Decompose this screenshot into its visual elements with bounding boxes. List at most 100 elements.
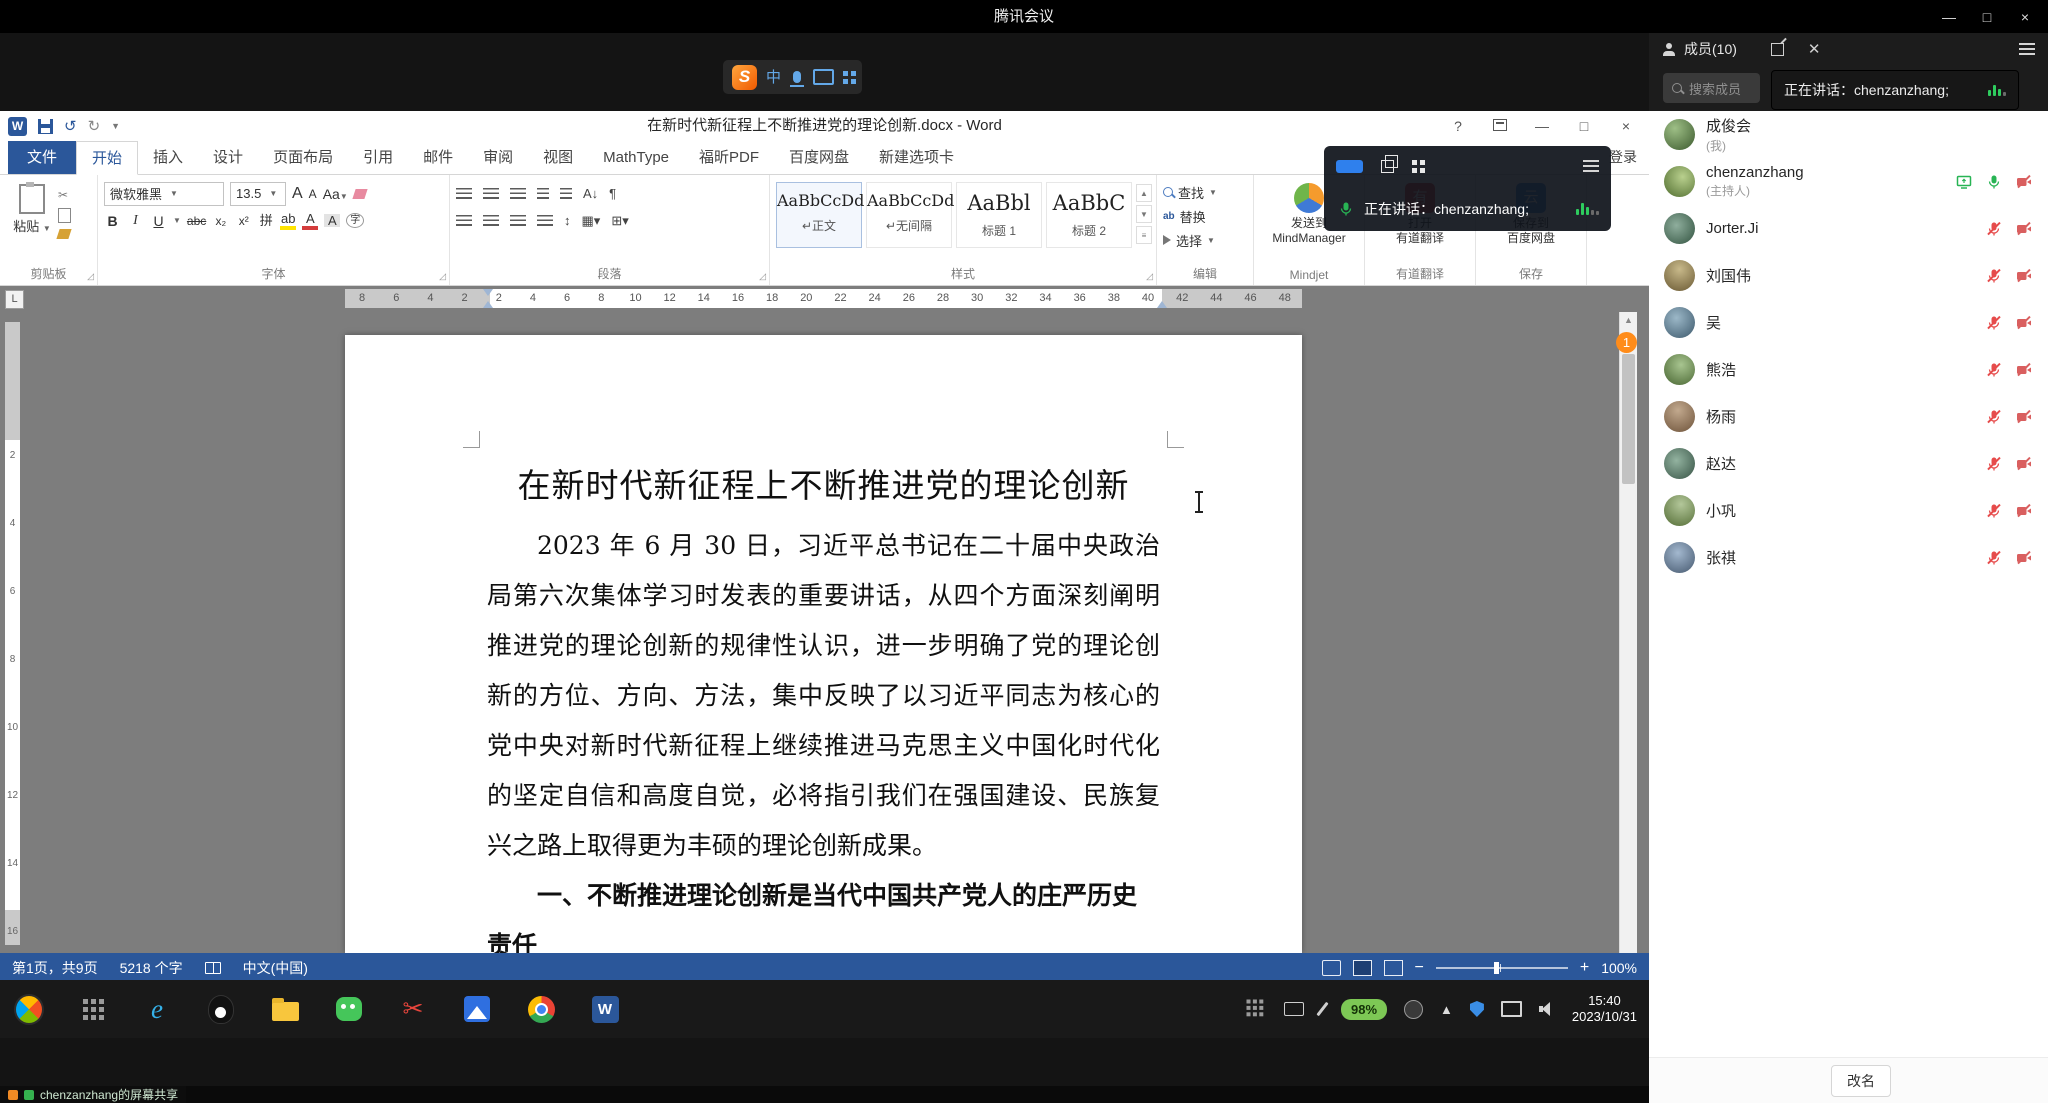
member-row[interactable]: 张祺: [1649, 534, 2048, 581]
member-camera-icon[interactable]: [2014, 266, 2033, 285]
shading-icon[interactable]: ▦▾: [582, 213, 601, 229]
zoom-in-icon[interactable]: +: [1580, 959, 1589, 977]
close-panel-icon[interactable]: ✕: [1808, 40, 1821, 58]
popout-panel-icon[interactable]: [1771, 43, 1784, 56]
ribbon-tab[interactable]: 开始: [76, 141, 138, 175]
copy-icon[interactable]: [58, 208, 71, 223]
italic-button[interactable]: I: [127, 213, 144, 229]
minimize-icon[interactable]: —: [1932, 9, 1966, 25]
change-case-icon[interactable]: Aa▼: [323, 186, 348, 202]
scroll-up-icon[interactable]: ▲: [1620, 312, 1637, 328]
strikethrough-button[interactable]: abc: [187, 214, 206, 228]
font-color-icon[interactable]: A: [302, 212, 318, 230]
phonetic-guide-icon[interactable]: 拼: [258, 214, 274, 227]
qq-button[interactable]: [206, 994, 236, 1024]
justify-icon[interactable]: [537, 215, 553, 227]
style-card[interactable]: AaBbl 标题 1: [956, 182, 1042, 248]
member-mic-icon[interactable]: [1984, 360, 2003, 379]
align-right-icon[interactable]: [510, 215, 526, 227]
maximize-icon[interactable]: □: [1970, 9, 2004, 25]
borders-icon[interactable]: ⊞▾: [611, 213, 628, 229]
print-layout-icon[interactable]: [1353, 960, 1372, 976]
save-icon[interactable]: [38, 119, 53, 134]
font-size-select[interactable]: 13.5▼: [230, 182, 286, 206]
format-painter-icon[interactable]: [56, 229, 71, 239]
member-mic-icon[interactable]: [1984, 219, 2003, 238]
line-spacing-icon[interactable]: ↕: [564, 213, 571, 228]
volume-icon[interactable]: [1539, 1002, 1555, 1016]
chinese-mode-icon[interactable]: 中: [766, 65, 781, 90]
member-row[interactable]: 赵达: [1649, 440, 2048, 487]
member-row[interactable]: 熊浩: [1649, 346, 2048, 393]
ribbon-tab[interactable]: 福昕PDF: [684, 141, 774, 174]
superscript-button[interactable]: x²: [235, 214, 252, 228]
member-row[interactable]: 杨雨: [1649, 393, 2048, 440]
panel-menu-icon[interactable]: [2019, 48, 2035, 50]
member-row[interactable]: 成俊会 (我): [1649, 111, 2048, 158]
zoom-out-icon[interactable]: −: [1415, 959, 1424, 977]
read-mode-icon[interactable]: [1322, 960, 1341, 976]
taskbar-clock[interactable]: 15:40 2023/10/31: [1572, 993, 1637, 1025]
member-mic-icon[interactable]: [1984, 454, 2003, 473]
hanging-indent-marker[interactable]: [483, 296, 493, 308]
number-list-icon[interactable]: [483, 188, 499, 200]
show-marks-icon[interactable]: ¶: [609, 186, 616, 201]
sogou-logo-icon[interactable]: S: [732, 65, 757, 90]
start-button[interactable]: [14, 994, 44, 1024]
meeting-bar-icon[interactable]: [1336, 160, 1363, 173]
horizontal-ruler[interactable]: 8642246810121416182022242628303234363840…: [345, 289, 1302, 308]
pen-tray-icon[interactable]: [1316, 1002, 1328, 1016]
ribbon-tab[interactable]: 审阅: [468, 141, 528, 174]
member-row[interactable]: 吴: [1649, 299, 2048, 346]
word-restore-icon[interactable]: □: [1563, 118, 1605, 134]
member-mic-icon[interactable]: [1984, 313, 2003, 332]
word-minimize-icon[interactable]: —: [1521, 118, 1563, 134]
grow-font-icon[interactable]: A: [292, 185, 303, 203]
language-indicator[interactable]: 中文(中国): [243, 958, 308, 978]
chrome-button[interactable]: [526, 994, 556, 1024]
wechat-button[interactable]: [334, 994, 364, 1024]
right-indent-marker[interactable]: [1157, 296, 1167, 308]
sogou-input-toolbar[interactable]: S 中: [723, 60, 862, 94]
styles-up-icon[interactable]: ▲: [1136, 184, 1152, 202]
close-icon[interactable]: ×: [2008, 9, 2042, 25]
style-card[interactable]: AaBbCcDd ↵无间隔: [866, 182, 952, 248]
customize-qat-icon[interactable]: ▼: [111, 121, 120, 131]
paste-button[interactable]: 粘贴 ▼: [6, 180, 58, 266]
ribbon-tab[interactable]: 文件: [8, 141, 76, 174]
member-camera-icon[interactable]: [2014, 313, 2033, 332]
ribbon-tab[interactable]: 页面布局: [258, 141, 348, 174]
member-camera-icon[interactable]: [2014, 360, 2033, 379]
tray-grid-icon[interactable]: [1247, 999, 1251, 1003]
find-button[interactable]: 查找 ▼: [1163, 180, 1247, 204]
replace-button[interactable]: ab 替换: [1163, 204, 1247, 228]
sort-icon[interactable]: A↓: [583, 186, 598, 201]
network-display-icon[interactable]: [1501, 1001, 1522, 1017]
ribbon-tab[interactable]: 邮件: [408, 141, 468, 174]
app-grid-button[interactable]: [78, 994, 108, 1024]
voice-input-icon[interactable]: [793, 71, 801, 83]
member-camera-icon[interactable]: [2014, 407, 2033, 426]
bullet-list-icon[interactable]: [456, 188, 472, 200]
zoom-slider[interactable]: [1436, 967, 1568, 969]
battery-indicator[interactable]: 98%: [1341, 999, 1387, 1020]
styles-dialog-launcher[interactable]: ◿: [1146, 271, 1153, 282]
toolbox-icon[interactable]: [843, 71, 848, 76]
member-camera-icon[interactable]: [2014, 172, 2033, 191]
night-mode-icon[interactable]: [1404, 1000, 1423, 1019]
redo-icon[interactable]: ↻: [88, 117, 101, 135]
member-row[interactable]: 刘国伟: [1649, 252, 2048, 299]
tray-expand-icon[interactable]: ▲: [1440, 1002, 1453, 1017]
increase-indent-icon[interactable]: [560, 188, 572, 200]
font-name-select[interactable]: 微软雅黑▼: [104, 182, 224, 206]
undo-icon[interactable]: ↺: [64, 117, 77, 135]
document-page[interactable]: 在新时代新征程上不断推进党的理论创新 2023 年 6 月 30 日，习近平总书…: [345, 335, 1302, 953]
clipboard-dialog-launcher[interactable]: ◿: [87, 271, 94, 282]
screenshot-tool-button[interactable]: ✂: [398, 994, 428, 1024]
restore-view-icon[interactable]: [1381, 160, 1394, 173]
search-input[interactable]: 搜索成员: [1663, 73, 1760, 103]
styles-more-icon[interactable]: ≡: [1136, 226, 1152, 244]
screen-share-banner[interactable]: chenzanzhang的屏幕共享: [0, 1086, 186, 1103]
ribbon-tab[interactable]: 视图: [528, 141, 588, 174]
word-count[interactable]: 5218 个字: [120, 958, 183, 978]
